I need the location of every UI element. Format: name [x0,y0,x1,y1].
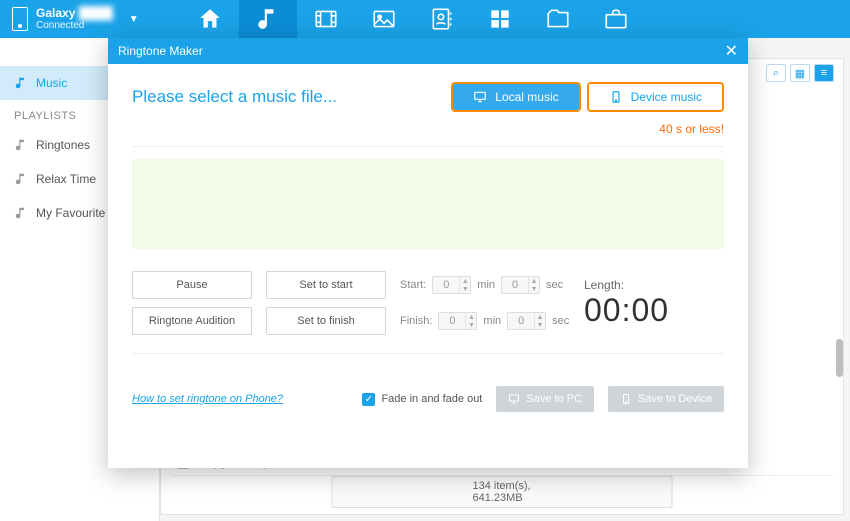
spin-up-icon[interactable]: ▲ [460,277,470,285]
search-button[interactable]: ⌕ [766,64,786,82]
fade-checkbox[interactable]: ✓ Fade in and fade out [362,393,482,406]
button-label: Save to PC [526,393,582,405]
sidebar-item-label: Relax Time [36,172,96,186]
playlist-icon [14,138,28,152]
start-sec-field[interactable]: 0▲▼ [501,276,540,294]
monitor-icon [473,90,487,104]
sidebar-item-label: My Favourite [36,206,105,220]
finish-min-field[interactable]: 0▲▼ [438,312,477,330]
spin-down-icon[interactable]: ▼ [535,321,545,329]
spin-down-icon[interactable]: ▼ [460,285,470,293]
checkbox-checked-icon: ✓ [362,393,375,406]
length-label: Length: [584,278,724,292]
waveform-area[interactable] [132,159,724,249]
sec-unit: sec [546,279,563,291]
monitor-icon [508,393,520,405]
finish-time-row: Finish: 0▲▼ min 0▲▼ sec [400,312,570,330]
min-unit: min [483,315,501,327]
set-finish-button[interactable]: Set to finish [266,307,386,335]
button-label: Device music [631,90,702,104]
save-to-device-button[interactable]: Save to Device [608,386,724,412]
finish-sec-field[interactable]: 0▲▼ [507,312,546,330]
nav-files[interactable] [529,0,587,38]
phone-icon [620,393,632,405]
set-start-button[interactable]: Set to start [266,271,386,299]
sidebar-item-label: Ringtones [36,138,90,152]
close-icon[interactable]: ✕ [725,41,738,61]
grid-view-button[interactable]: ▦ [790,64,810,82]
duration-warning: 40 s or less! [132,122,724,136]
modal-header: Ringtone Maker ✕ [108,38,748,64]
spin-up-icon[interactable]: ▲ [466,313,476,321]
device-selector[interactable]: Galaxy ████ Connected ▼ [0,0,151,38]
spin-up-icon[interactable]: ▲ [529,277,539,285]
fade-label: Fade in and fade out [381,393,482,405]
local-music-button[interactable]: Local music [451,82,580,112]
finish-label: Finish: [400,315,432,327]
phone-icon [609,90,623,104]
list-view-button[interactable]: ≡ [814,64,834,82]
button-label: Local music [495,90,558,104]
pause-button[interactable]: Pause [132,271,252,299]
divider [132,353,724,354]
nav-music[interactable] [239,0,297,38]
device-music-button[interactable]: Device music [587,82,724,112]
length-display: Length: 00:00 [584,278,724,329]
divider [132,146,724,147]
min-unit: min [477,279,495,291]
sec-unit: sec [552,315,569,327]
spin-up-icon[interactable]: ▲ [535,313,545,321]
sidebar-item-label: Music [36,76,67,90]
spin-down-icon[interactable]: ▼ [466,321,476,329]
top-nav [181,0,645,38]
start-time-row: Start: 0▲▼ min 0▲▼ sec [400,276,570,294]
phone-icon [12,7,28,31]
save-to-pc-button[interactable]: Save to PC [496,386,594,412]
nav-toolbox[interactable] [587,0,645,38]
audition-button[interactable]: Ringtone Audition [132,307,252,335]
start-label: Start: [400,279,426,291]
nav-contacts[interactable] [413,0,471,38]
music-icon [14,76,28,90]
playlist-icon [14,206,28,220]
device-status: Connected [36,20,113,31]
start-min-field[interactable]: 0▲▼ [432,276,471,294]
playlist-icon [14,172,28,186]
length-value: 00:00 [584,292,724,329]
ringtone-maker-modal: Ringtone Maker ✕ Please select a music f… [108,38,748,468]
device-name-masked: ████ [79,6,113,20]
device-info: Galaxy ████ Connected [36,7,113,31]
help-link[interactable]: How to set ringtone on Phone? [132,393,283,405]
status-bar: 134 item(s), 641.23MB [332,476,673,508]
app-header: Galaxy ████ Connected ▼ [0,0,850,38]
view-toolbar: ⌕ ▦ ≡ [766,64,834,82]
modal-title: Ringtone Maker [118,44,203,58]
prompt-text: Please select a music file... [132,87,337,107]
nav-photos[interactable] [355,0,413,38]
device-name: Galaxy [36,6,75,20]
nav-video[interactable] [297,0,355,38]
spin-down-icon[interactable]: ▼ [529,285,539,293]
nav-apps[interactable] [471,0,529,38]
nav-home[interactable] [181,0,239,38]
scrollbar-thumb[interactable] [836,339,843,377]
chevron-down-icon: ▼ [129,14,139,25]
button-label: Save to Device [638,393,712,405]
